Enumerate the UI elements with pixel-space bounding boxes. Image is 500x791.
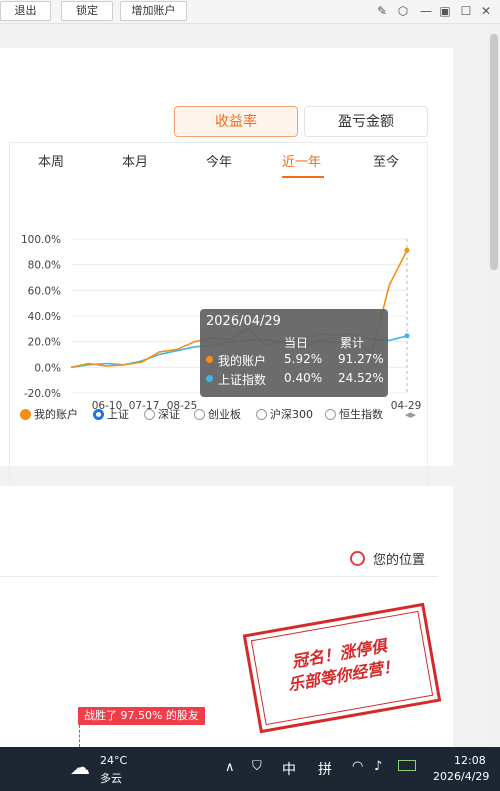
y-tick-label: -20.0% (24, 388, 61, 400)
return-rate-toggle[interactable]: 收益率 (174, 106, 298, 137)
top-toolbar: 退出 锁定 增加账户 ✎ ⬡ — ▣ ☐ ✕ (0, 0, 500, 24)
volume-icon[interactable]: ♪ (374, 759, 382, 774)
radio-icon (325, 409, 336, 420)
tooltip-row-day: 0.40% (284, 371, 323, 385)
add-account-button[interactable]: 增加账户 (120, 1, 187, 21)
chart-tooltip: 2026/04/29 当日 累计 我的账户 5.92% 91.27% 上证指数 … (200, 309, 388, 397)
legend-my-account[interactable]: 我的账户 (20, 408, 78, 422)
y-tick-label: 20.0% (28, 337, 61, 349)
clock-date[interactable]: 2026/4/29 (433, 770, 489, 783)
wifi-icon[interactable]: ◠ (352, 759, 363, 774)
restore-icon[interactable]: ▣ (438, 4, 452, 18)
tooltip-col-total: 累计 (340, 336, 365, 350)
legend-szse[interactable]: 深证 (144, 408, 180, 422)
chevron-up-icon[interactable]: ∧ (225, 760, 235, 775)
y-tick-label: 0.0% (34, 362, 61, 374)
radio-selected-icon (93, 409, 104, 420)
beat-percentage-badge: 战胜了 97.50% 的股友 (78, 707, 205, 725)
radio-icon (144, 409, 155, 420)
series-end-point (404, 333, 410, 339)
temperature[interactable]: 24°C (100, 754, 127, 767)
legend-dot-icon (20, 409, 31, 420)
badge-pointer-line (79, 725, 80, 747)
tooltip-date: 2026/04/29 (206, 314, 281, 329)
scrollbar-thumb[interactable] (490, 34, 498, 270)
settings-icon[interactable]: ⬡ (396, 4, 410, 18)
maximize-icon[interactable]: ☐ (459, 4, 473, 18)
radio-icon (194, 409, 205, 420)
minimize-icon[interactable]: — (419, 4, 433, 18)
clock-time[interactable]: 12:08 (454, 754, 486, 767)
tooltip-row-total: 91.27% (338, 352, 384, 366)
weather-cloud-icon[interactable]: ☁ (70, 755, 90, 779)
tooltip-row-total: 24.52% (338, 371, 384, 385)
legend-chinext[interactable]: 创业板 (194, 408, 241, 422)
close-icon[interactable]: ✕ (479, 4, 493, 18)
returns-card: 收益率 盈亏金额 本周 本月 今年 近一年 至今 100.0% 80.0% 60.0… (0, 48, 453, 487)
legend-csi300[interactable]: 沪深300 (256, 408, 313, 422)
divider (0, 576, 438, 577)
logout-button[interactable]: 退出 (0, 1, 51, 21)
shield-icon[interactable]: ⛉ (252, 759, 262, 774)
weather-text[interactable]: 多云 (100, 770, 122, 786)
tooltip-row-name: 我的账户 (218, 354, 267, 368)
y-tick-label: 40.0% (28, 311, 61, 323)
tooltip-row-name: 上证指数 (218, 373, 267, 387)
legend-scroll-arrows-icon[interactable]: ◂▸ (405, 408, 416, 422)
radio-icon (256, 409, 267, 420)
stamp-line: 冠名！涨停俱 (290, 636, 389, 672)
lock-button[interactable]: 锁定 (61, 1, 113, 21)
tooltip-col-day: 当日 (284, 336, 309, 350)
legend-hang-seng[interactable]: 恒生指数 (325, 408, 383, 422)
tooltip-dot-icon (206, 356, 213, 363)
profit-amount-toggle[interactable]: 盈亏金额 (304, 106, 428, 137)
position-marker-icon (350, 551, 365, 566)
edit-icon[interactable]: ✎ (375, 4, 389, 18)
tooltip-dot-icon (206, 375, 213, 382)
legend-sse[interactable]: 上证 (93, 408, 129, 422)
your-position-label: 您的位置 (373, 553, 426, 568)
stamp-line: 乐部等你经营！ (286, 656, 401, 695)
ime-pinyin[interactable]: 拼 (318, 759, 332, 779)
tooltip-row-day: 5.92% (284, 352, 323, 366)
ime-mode[interactable]: 中 (282, 759, 296, 779)
y-tick-label: 80.0% (28, 260, 61, 272)
y-tick-label: 60.0% (28, 285, 61, 297)
taskbar: ☁ 24°C 多云 ∧ ⛉ 中 拼 ◠ ♪ 12:08 2026/4/29 (0, 747, 500, 791)
battery-icon[interactable] (398, 760, 416, 771)
series-end-point (404, 247, 410, 253)
y-tick-label: 100.0% (21, 234, 61, 246)
